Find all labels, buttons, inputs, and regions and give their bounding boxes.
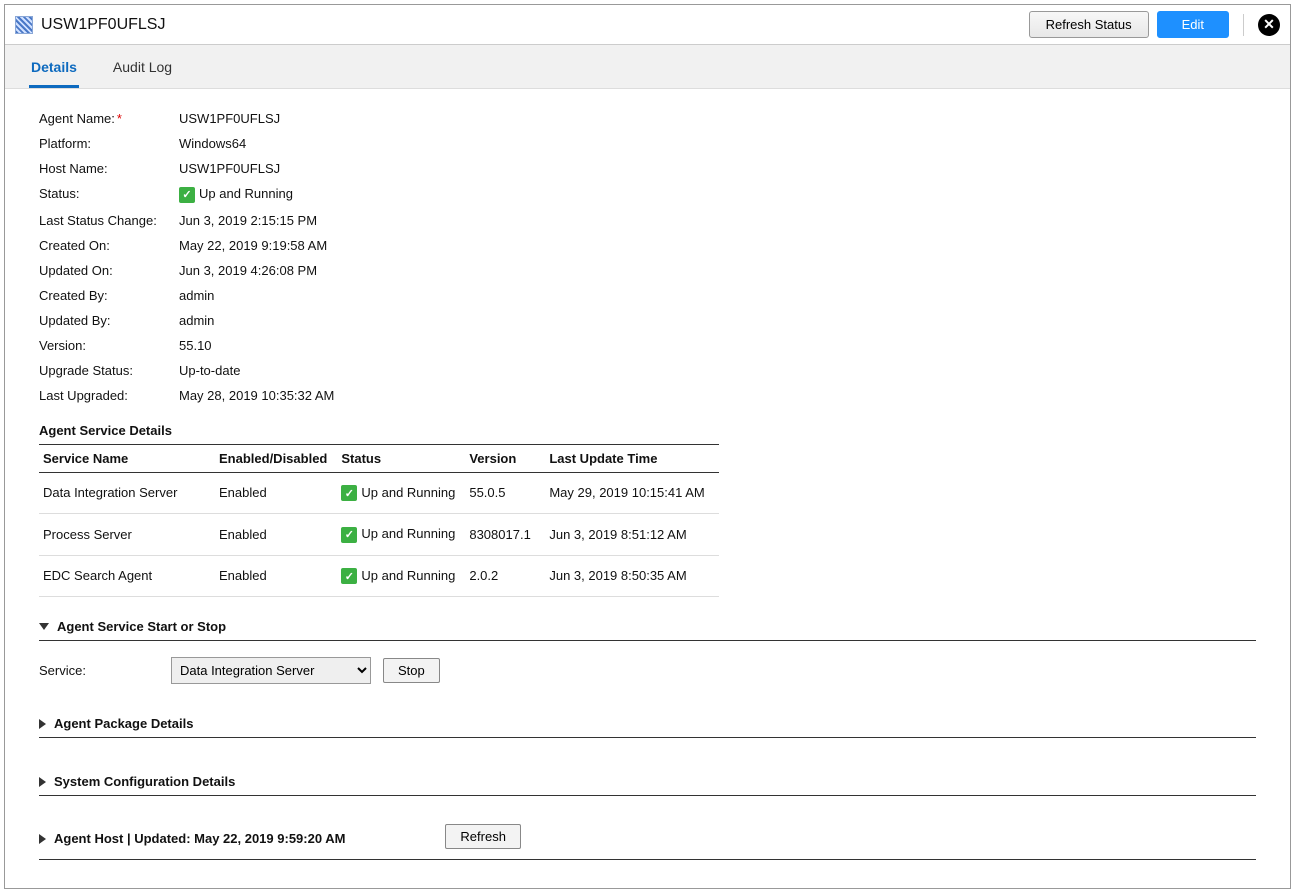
refresh-status-button[interactable]: Refresh Status (1029, 11, 1149, 38)
agent-name-value: USW1PF0UFLSJ (179, 111, 280, 126)
header-bar: USW1PF0UFLSJ Refresh Status Edit ✕ (5, 5, 1290, 45)
svc-name: Process Server (39, 514, 219, 556)
svc-enabled: Enabled (219, 472, 341, 514)
platform-value: Windows64 (179, 136, 246, 151)
last-status-change-value: Jun 3, 2019 2:15:15 PM (179, 213, 317, 228)
updated-on-value: Jun 3, 2019 4:26:08 PM (179, 263, 317, 278)
svc-last-update: May 29, 2019 10:15:41 AM (549, 472, 718, 514)
host-time: May 22, 2019 9:59:20 AM (194, 831, 345, 846)
service-label: Service: (39, 663, 159, 678)
field-last-status-change: Last Status Change: Jun 3, 2019 2:15:15 … (39, 213, 1256, 228)
svc-version: 2.0.2 (469, 555, 549, 597)
version-value: 55.10 (179, 338, 212, 353)
check-icon: ✓ (179, 187, 195, 203)
check-icon: ✓ (341, 568, 357, 584)
col-last-update: Last Update Time (549, 444, 718, 472)
required-icon: * (117, 111, 122, 126)
svc-version: 8308017.1 (469, 514, 549, 556)
service-control-row: Service: Data Integration Server Stop (39, 641, 1256, 684)
agent-icon (15, 16, 33, 34)
svc-last-update: Jun 3, 2019 8:51:12 AM (549, 514, 718, 556)
field-upgrade-status: Upgrade Status: Up-to-date (39, 363, 1256, 378)
window: USW1PF0UFLSJ Refresh Status Edit ✕ Detai… (4, 4, 1291, 889)
field-updated-by: Updated By: admin (39, 313, 1256, 328)
svc-status: Up and Running (361, 526, 455, 541)
field-last-upgraded: Last Upgraded: May 28, 2019 10:35:32 AM (39, 388, 1256, 403)
field-agent-name: Agent Name:* USW1PF0UFLSJ (39, 111, 1256, 126)
agent-host-toggle[interactable]: Agent Host | Updated: May 22, 2019 9:59:… (39, 831, 345, 846)
created-by-value: admin (179, 288, 214, 303)
close-icon[interactable]: ✕ (1258, 14, 1280, 36)
tab-audit-log[interactable]: Audit Log (111, 55, 174, 88)
stop-button[interactable]: Stop (383, 658, 440, 683)
svc-status: Up and Running (361, 568, 455, 583)
divider (1243, 14, 1244, 36)
host-label: Agent Host | Updated: (54, 831, 194, 846)
updated-by-value: admin (179, 313, 214, 328)
field-version: Version: 55.10 (39, 338, 1256, 353)
created-on-label: Created On: (39, 238, 179, 253)
svc-status: Up and Running (361, 485, 455, 500)
tab-details[interactable]: Details (29, 55, 79, 88)
service-select[interactable]: Data Integration Server (171, 657, 371, 684)
chevron-down-icon (39, 623, 49, 630)
table-row: EDC Search Agent Enabled ✓ Up and Running… (39, 555, 719, 597)
chevron-right-icon (39, 777, 46, 787)
upgrade-status-value: Up-to-date (179, 363, 240, 378)
col-enabled: Enabled/Disabled (219, 444, 341, 472)
field-host-name: Host Name: USW1PF0UFLSJ (39, 161, 1256, 176)
last-status-change-label: Last Status Change: (39, 213, 179, 228)
syscfg-title: System Configuration Details (54, 774, 235, 789)
tab-bar: Details Audit Log (5, 45, 1290, 89)
updated-by-label: Updated By: (39, 313, 179, 328)
start-stop-title: Agent Service Start or Stop (57, 619, 226, 634)
chevron-right-icon (39, 719, 46, 729)
agent-service-details-title: Agent Service Details (39, 423, 1256, 438)
service-table: Service Name Enabled/Disabled Status Ver… (39, 444, 719, 598)
refresh-button[interactable]: Refresh (445, 824, 521, 849)
check-icon: ✓ (341, 527, 357, 543)
field-created-by: Created By: admin (39, 288, 1256, 303)
page-title: USW1PF0UFLSJ (41, 16, 165, 34)
svc-version: 55.0.5 (469, 472, 549, 514)
field-created-on: Created On: May 22, 2019 9:19:58 AM (39, 238, 1256, 253)
last-upgraded-value: May 28, 2019 10:35:32 AM (179, 388, 334, 403)
created-by-label: Created By: (39, 288, 179, 303)
edit-button[interactable]: Edit (1157, 11, 1229, 38)
version-label: Version: (39, 338, 179, 353)
svc-name: EDC Search Agent (39, 555, 219, 597)
pkg-title: Agent Package Details (54, 716, 193, 731)
field-status: Status: ✓ Up and Running (39, 186, 1256, 203)
svc-last-update: Jun 3, 2019 8:50:35 AM (549, 555, 718, 597)
status-label: Status: (39, 186, 179, 203)
host-name-label: Host Name: (39, 161, 179, 176)
check-icon: ✓ (341, 485, 357, 501)
section-system-configuration-details[interactable]: System Configuration Details (39, 774, 1256, 796)
section-agent-package-details[interactable]: Agent Package Details (39, 716, 1256, 738)
platform-label: Platform: (39, 136, 179, 151)
svc-enabled: Enabled (219, 514, 341, 556)
agent-name-label: Agent Name: (39, 111, 115, 126)
table-row: Data Integration Server Enabled ✓ Up and … (39, 472, 719, 514)
field-updated-on: Updated On: Jun 3, 2019 4:26:08 PM (39, 263, 1256, 278)
created-on-value: May 22, 2019 9:19:58 AM (179, 238, 327, 253)
field-platform: Platform: Windows64 (39, 136, 1256, 151)
updated-on-label: Updated On: (39, 263, 179, 278)
table-row: Process Server Enabled ✓ Up and Running 8… (39, 514, 719, 556)
col-version: Version (469, 444, 549, 472)
svc-enabled: Enabled (219, 555, 341, 597)
col-service-name: Service Name (39, 444, 219, 472)
status-value: Up and Running (199, 186, 293, 201)
upgrade-status-label: Upgrade Status: (39, 363, 179, 378)
section-agent-host: Agent Host | Updated: May 22, 2019 9:59:… (39, 824, 1256, 860)
host-name-value: USW1PF0UFLSJ (179, 161, 280, 176)
content-area: Agent Name:* USW1PF0UFLSJ Platform: Wind… (15, 89, 1280, 878)
last-upgraded-label: Last Upgraded: (39, 388, 179, 403)
chevron-right-icon (39, 834, 46, 844)
svc-name: Data Integration Server (39, 472, 219, 514)
col-status: Status (341, 444, 469, 472)
section-agent-service-start-stop[interactable]: Agent Service Start or Stop (39, 619, 1256, 641)
